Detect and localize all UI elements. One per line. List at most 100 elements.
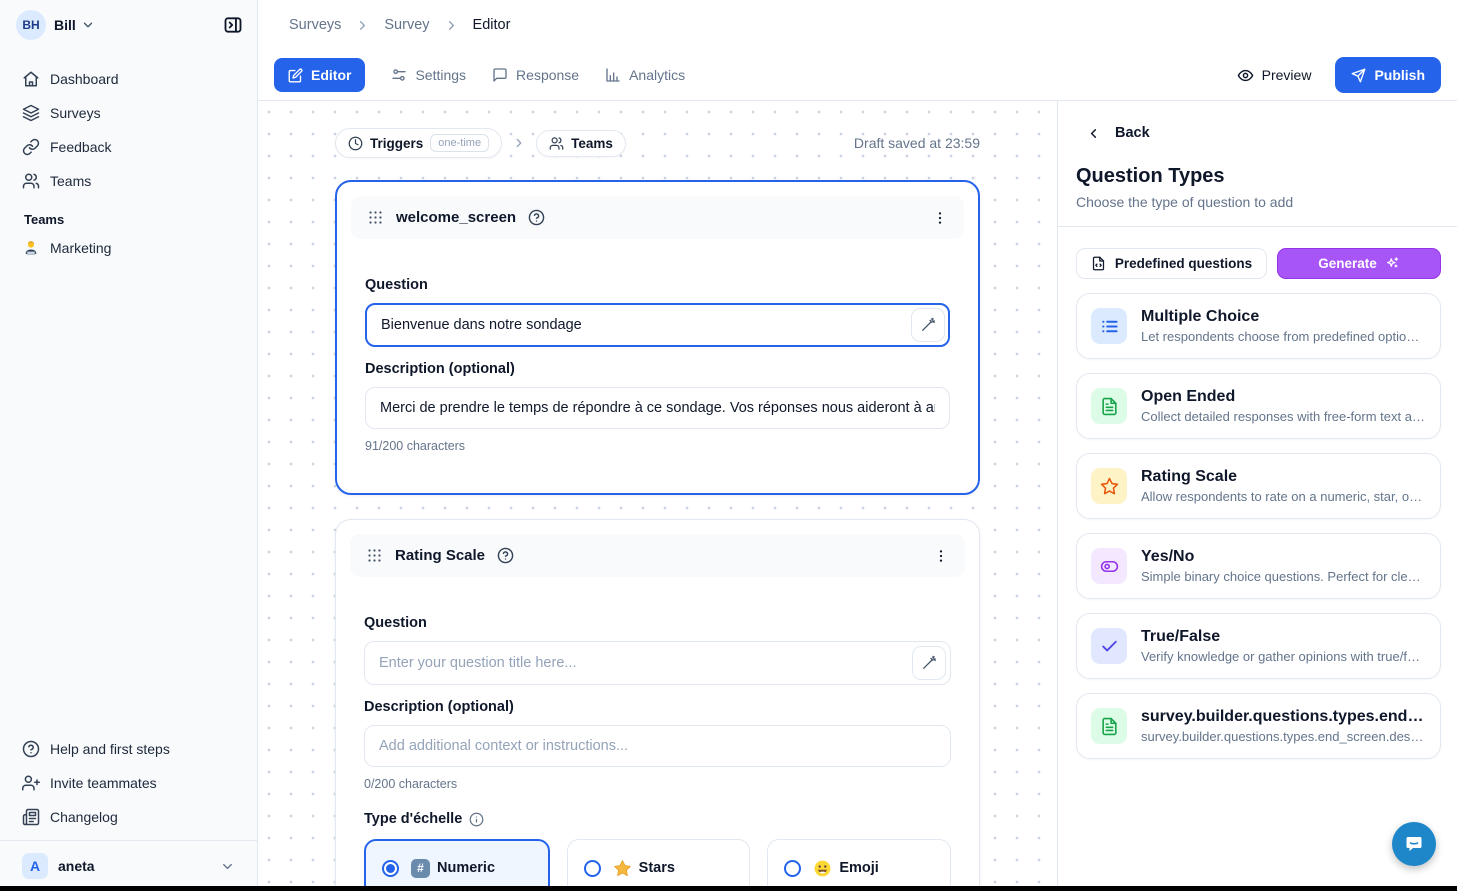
teams-pill-label: Teams bbox=[571, 136, 613, 151]
edit-icon bbox=[288, 68, 303, 83]
tab-editor[interactable]: Editor bbox=[274, 58, 365, 92]
sidebar: BH Bill Dashboard Surveys Feedback bbox=[0, 0, 258, 891]
user-plus-icon bbox=[22, 774, 40, 792]
scale-option-label: Emoji bbox=[839, 860, 878, 876]
chat-bubble-icon bbox=[1402, 832, 1426, 856]
help-circle-icon bbox=[22, 740, 40, 758]
question-title-input[interactable] bbox=[365, 303, 950, 347]
account-name: aneta bbox=[58, 858, 95, 874]
drag-handle-icon[interactable] bbox=[367, 209, 384, 226]
help-circle-icon bbox=[497, 547, 514, 564]
tab-settings[interactable]: Settings bbox=[391, 67, 466, 83]
teams-section-label: Teams bbox=[12, 198, 245, 231]
triggers-label: Triggers bbox=[370, 136, 423, 151]
hash-keycap-emoji: # bbox=[411, 859, 430, 878]
radio-unselected[interactable] bbox=[784, 860, 801, 877]
char-count: 0/200 characters bbox=[364, 777, 951, 791]
scale-option-stars[interactable]: Stars bbox=[567, 839, 751, 891]
teams-pill[interactable]: Teams bbox=[536, 130, 626, 157]
radio-selected[interactable] bbox=[382, 860, 399, 877]
breadcrumb-survey[interactable]: Survey bbox=[384, 17, 429, 33]
sidebar-item-label: Surveys bbox=[50, 105, 101, 121]
preview-button[interactable]: Preview bbox=[1237, 67, 1312, 84]
draft-status: Draft saved at 23:59 bbox=[854, 135, 980, 151]
chevron-right-icon bbox=[444, 18, 459, 33]
scale-type-label: Type d'échelle bbox=[364, 811, 951, 827]
question-type-true-false[interactable]: True/False Verify knowledge or gather op… bbox=[1076, 613, 1441, 679]
eye-icon bbox=[1237, 67, 1254, 84]
sidebar-item-label: Dashboard bbox=[50, 71, 119, 87]
description-input[interactable] bbox=[365, 387, 950, 429]
tab-response[interactable]: Response bbox=[492, 67, 579, 83]
more-options-icon[interactable] bbox=[932, 210, 948, 226]
toggle-icon bbox=[1091, 548, 1127, 584]
scale-type-label-text: Type d'échelle bbox=[364, 811, 462, 827]
scale-option-numeric[interactable]: # Numeric bbox=[364, 839, 550, 891]
toolbar-actions: Preview Publish bbox=[1237, 57, 1441, 93]
tab-label: Analytics bbox=[629, 67, 685, 83]
sliders-icon bbox=[391, 67, 407, 83]
sidebar-nav: Dashboard Surveys Feedback Teams Teams bbox=[0, 50, 257, 265]
sidebar-item-changelog[interactable]: Changelog bbox=[12, 800, 245, 834]
account-avatar: A bbox=[22, 853, 48, 879]
question-type-title: Open Ended bbox=[1141, 388, 1426, 406]
sidebar-item-invite[interactable]: Invite teammates bbox=[12, 766, 245, 800]
file-code-icon bbox=[1091, 256, 1106, 271]
ai-wand-button[interactable] bbox=[912, 646, 946, 680]
sidebar-item-teams[interactable]: Teams bbox=[12, 164, 245, 198]
question-type-yes-no[interactable]: Yes/No Simple binary choice questions. P… bbox=[1076, 533, 1441, 599]
sidebar-item-label: Invite teammates bbox=[50, 775, 157, 791]
question-type-open-ended[interactable]: Open Ended Collect detailed responses wi… bbox=[1076, 373, 1441, 439]
star-emoji bbox=[613, 859, 632, 878]
drag-handle-icon[interactable] bbox=[366, 547, 383, 564]
breadcrumb-surveys[interactable]: Surveys bbox=[289, 17, 341, 33]
bar-chart-icon bbox=[605, 67, 621, 83]
question-type-end-screen[interactable]: survey.builder.questions.types.end_scr..… bbox=[1076, 693, 1441, 759]
ai-wand-button[interactable] bbox=[911, 308, 945, 342]
sidebar-item-team-marketing[interactable]: Marketing bbox=[12, 231, 245, 265]
question-type-rating-scale[interactable]: Rating Scale Allow respondents to rate o… bbox=[1076, 453, 1441, 519]
scale-option-emoji[interactable]: Emoji bbox=[767, 839, 951, 891]
message-square-icon bbox=[492, 67, 508, 83]
back-button[interactable]: Back bbox=[1076, 125, 1441, 141]
sidebar-item-feedback[interactable]: Feedback bbox=[12, 130, 245, 164]
question-title-input[interactable] bbox=[364, 641, 951, 685]
question-type-title: True/False bbox=[1141, 628, 1426, 646]
more-options-icon[interactable] bbox=[933, 548, 949, 564]
description-input[interactable] bbox=[364, 725, 951, 767]
scale-option-label: Stars bbox=[639, 860, 675, 876]
sidebar-item-help[interactable]: Help and first steps bbox=[12, 732, 245, 766]
home-icon bbox=[22, 70, 40, 88]
collapse-sidebar-icon[interactable] bbox=[223, 15, 243, 35]
clock-icon bbox=[348, 136, 363, 151]
radio-unselected[interactable] bbox=[584, 860, 601, 877]
question-label: Question bbox=[365, 277, 950, 293]
scale-type-options: # Numeric Stars bbox=[364, 839, 951, 891]
tab-label: Settings bbox=[415, 67, 466, 83]
sidebar-item-label: Help and first steps bbox=[50, 741, 170, 757]
sidebar-item-dashboard[interactable]: Dashboard bbox=[12, 62, 245, 96]
account-switcher[interactable]: A aneta bbox=[0, 840, 257, 891]
chevron-down-icon bbox=[220, 859, 235, 874]
file-text-icon bbox=[1091, 708, 1127, 744]
triggers-pill[interactable]: Triggers one-time bbox=[335, 128, 502, 158]
question-card-welcome-screen[interactable]: welcome_screen Question bbox=[335, 180, 980, 495]
predefined-questions-button[interactable]: Predefined questions bbox=[1076, 248, 1267, 279]
one-time-badge: one-time bbox=[430, 134, 489, 152]
question-type-multiple-choice[interactable]: Multiple Choice Let respondents choose f… bbox=[1076, 293, 1441, 359]
question-card-header[interactable]: welcome_screen bbox=[351, 196, 964, 239]
tab-analytics[interactable]: Analytics bbox=[605, 67, 685, 83]
char-count: 91/200 characters bbox=[365, 439, 950, 453]
sidebar-item-surveys[interactable]: Surveys bbox=[12, 96, 245, 130]
smiley-emoji bbox=[813, 859, 832, 878]
file-text-icon bbox=[1091, 388, 1127, 424]
publish-button[interactable]: Publish bbox=[1335, 57, 1441, 93]
breadcrumb-editor[interactable]: Editor bbox=[473, 17, 511, 33]
workspace-switcher[interactable]: BH Bill bbox=[0, 0, 257, 50]
description-label: Description (optional) bbox=[365, 361, 950, 377]
question-card-header[interactable]: Rating Scale bbox=[350, 534, 965, 577]
generate-button[interactable]: Generate bbox=[1277, 248, 1441, 279]
chat-launcher-button[interactable] bbox=[1392, 822, 1436, 866]
breadcrumb: Surveys Survey Editor bbox=[258, 0, 1457, 50]
question-card-rating-scale[interactable]: Rating Scale Question bbox=[335, 519, 980, 891]
